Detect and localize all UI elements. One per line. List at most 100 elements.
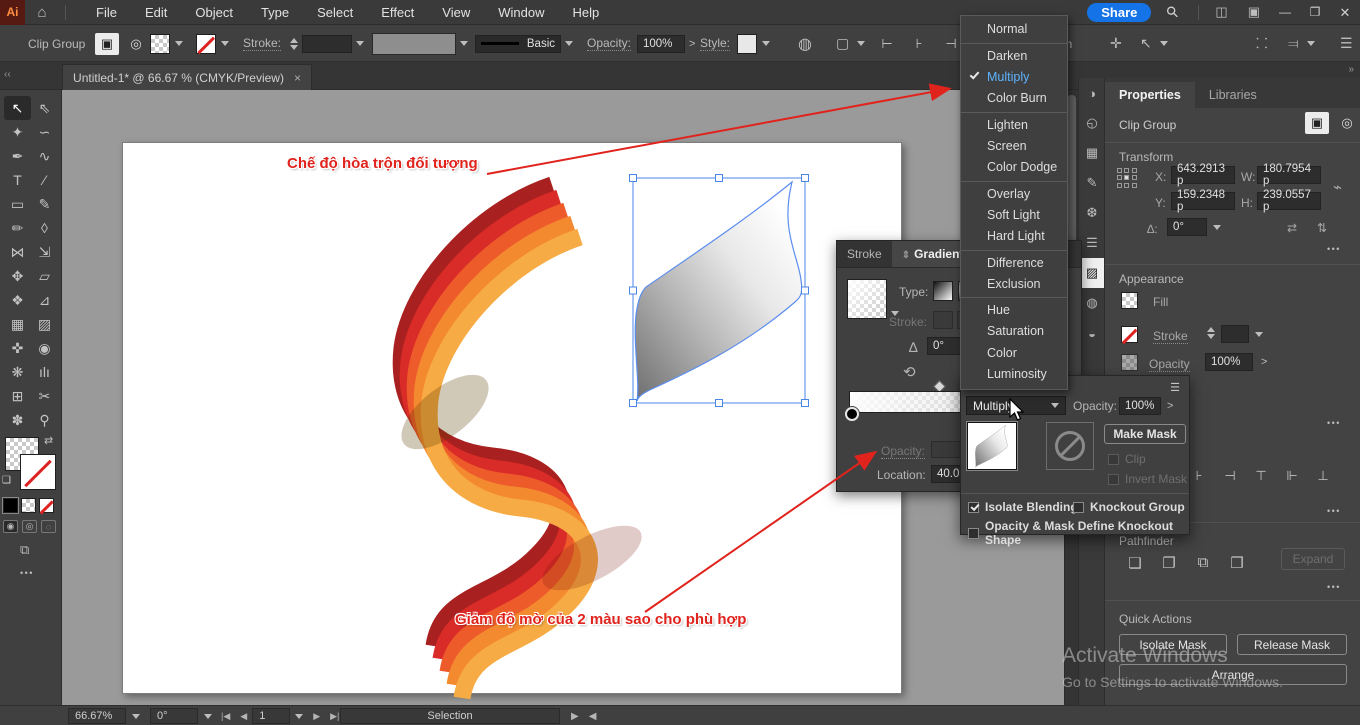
- type-tool[interactable]: T: [4, 168, 31, 192]
- link-dimensions-icon[interactable]: ⌁: [1333, 178, 1342, 196]
- align-more-icon[interactable]: •••: [1327, 506, 1341, 516]
- pathfinder-unite-icon[interactable]: ❏: [1123, 554, 1147, 572]
- symbols-panel-icon[interactable]: ❆: [1079, 198, 1105, 228]
- chevron-right-icon[interactable]: >: [1163, 397, 1177, 415]
- fill-label[interactable]: Fill: [1153, 295, 1168, 309]
- preferences-icon[interactable]: ▢: [836, 35, 849, 52]
- gradient-preview-swatch[interactable]: [847, 279, 887, 319]
- slice-tool[interactable]: ✂: [31, 384, 58, 408]
- puppet-warp-tool[interactable]: ✥: [4, 264, 31, 288]
- pathfinder-exclude-icon[interactable]: ❒: [1225, 554, 1249, 572]
- next-artboard-icon[interactable]: ▶: [308, 711, 325, 722]
- gradient-stop-black[interactable]: [845, 407, 859, 421]
- opacity-swatch[interactable]: [1121, 354, 1138, 371]
- isolate-blending-checkbox[interactable]: Isolate Blending: [968, 500, 1078, 514]
- perspective-grid-tool[interactable]: ⊿: [31, 288, 58, 312]
- blend-option-darken[interactable]: Darken: [961, 43, 1067, 67]
- bounding-box-icon[interactable]: ▣: [95, 33, 119, 55]
- chevron-down-icon[interactable]: [565, 41, 573, 46]
- blend-tool[interactable]: ◉: [31, 336, 58, 360]
- knockout-group-checkbox[interactable]: Knockout Group: [1073, 500, 1185, 514]
- align-bottom-icon[interactable]: ⊥: [1312, 468, 1334, 484]
- chevron-down-icon[interactable]: [175, 41, 183, 46]
- options-menu-icon[interactable]: ☰: [1340, 35, 1353, 52]
- align-v-center-icon[interactable]: ⊩: [1281, 468, 1303, 484]
- blend-option-color-dodge[interactable]: Color Dodge: [961, 157, 1067, 179]
- pathfinder-more-icon[interactable]: •••: [1327, 582, 1341, 592]
- rotate-angle-field[interactable]: 0°: [1167, 218, 1207, 236]
- blend-option-overlay[interactable]: Overlay: [961, 181, 1067, 205]
- arrange-button[interactable]: Arrange: [1119, 664, 1347, 685]
- home-icon[interactable]: ⌂: [25, 4, 59, 21]
- stroke-profile-field[interactable]: [372, 33, 456, 55]
- scroll-tabs-left-icon[interactable]: ‹‹: [4, 69, 11, 80]
- transform-more-icon[interactable]: •••: [1327, 244, 1341, 254]
- tab-libraries[interactable]: Libraries: [1195, 82, 1271, 108]
- chevron-down-icon[interactable]: [204, 714, 212, 719]
- prev-artboard-icon[interactable]: ◀: [235, 711, 252, 722]
- color-button[interactable]: [3, 498, 18, 513]
- stroke-label[interactable]: Stroke:: [243, 36, 281, 51]
- stroke-label[interactable]: Stroke: [1153, 329, 1188, 344]
- draw-normal-icon[interactable]: ◉: [3, 520, 18, 533]
- distribute-icon[interactable]: ⫤: [1288, 35, 1299, 52]
- align-h-center-icon[interactable]: ⊦: [1188, 468, 1210, 484]
- mesh-tool[interactable]: ▦: [4, 312, 31, 336]
- object-thumbnail[interactable]: [967, 422, 1017, 470]
- chevron-right-icon[interactable]: >: [685, 38, 699, 50]
- menu-item[interactable]: Window: [484, 0, 558, 25]
- blend-option-soft-light[interactable]: Soft Light: [961, 205, 1067, 227]
- blend-option-screen[interactable]: Screen: [961, 136, 1067, 158]
- align-right-icon[interactable]: ⊣: [940, 36, 962, 52]
- linear-gradient-icon[interactable]: [933, 281, 953, 301]
- blend-option-saturation[interactable]: Saturation: [961, 321, 1067, 343]
- free-transform-tool[interactable]: ▱: [31, 264, 58, 288]
- pathfinder-minus-front-icon[interactable]: ❐: [1157, 554, 1181, 572]
- menu-item[interactable]: Effect: [367, 0, 428, 25]
- reference-point-grid[interactable]: [1117, 168, 1139, 190]
- draw-behind-icon[interactable]: ◎: [22, 520, 37, 533]
- chevron-down-icon[interactable]: [132, 714, 140, 719]
- flip-vertical-icon[interactable]: ⇅: [1317, 221, 1327, 235]
- shape-builder-tool[interactable]: ❖: [4, 288, 31, 312]
- brushes-panel-icon[interactable]: ✎: [1079, 168, 1105, 198]
- isolate-selected-icon[interactable]: ↖: [1140, 35, 1152, 52]
- first-artboard-icon[interactable]: |◀: [216, 711, 235, 722]
- default-fill-stroke-icon[interactable]: ❏: [2, 475, 11, 486]
- menu-item[interactable]: File: [82, 0, 131, 25]
- stroke-weight-field[interactable]: [1221, 325, 1249, 343]
- selection-tool[interactable]: ↖: [4, 96, 31, 120]
- style-swatch[interactable]: [737, 34, 757, 54]
- stroke-swatch[interactable]: [196, 34, 216, 54]
- appearance-more-icon[interactable]: •••: [1327, 418, 1341, 428]
- target-icon[interactable]: ◎: [1335, 112, 1359, 134]
- artboard-number-field[interactable]: 1: [252, 708, 290, 724]
- curvature-tool[interactable]: ∿: [31, 144, 58, 168]
- panel-menu-icon[interactable]: ☰: [1170, 381, 1181, 394]
- artboard-tool[interactable]: ⊞: [4, 384, 31, 408]
- stroke-weight-stepper[interactable]: [290, 38, 298, 50]
- opacity-field[interactable]: 100%: [1205, 353, 1253, 371]
- blend-mode-dropdown[interactable]: Multiply: [966, 396, 1066, 415]
- gradient-panel-icon[interactable]: ▨: [1079, 258, 1105, 288]
- menu-item[interactable]: Type: [247, 0, 303, 25]
- direct-selection-tool[interactable]: ⇖: [31, 96, 58, 120]
- release-mask-button[interactable]: Release Mask: [1237, 634, 1347, 655]
- minimize-button[interactable]: —: [1270, 0, 1300, 25]
- scale-tool[interactable]: ⇲: [31, 240, 58, 264]
- pathfinder-intersect-icon[interactable]: ⧉: [1191, 554, 1215, 572]
- clip-checkbox[interactable]: Clip: [1108, 452, 1146, 466]
- blend-option-color[interactable]: Color: [961, 343, 1067, 365]
- paintbrush-tool[interactable]: ✎: [31, 192, 58, 216]
- rectangle-tool[interactable]: ▭: [4, 192, 31, 216]
- fill-swatch[interactable]: [1121, 292, 1138, 309]
- align-top-icon[interactable]: ⊤: [1250, 468, 1272, 484]
- knockout-shape-checkbox[interactable]: Opacity & Mask Define Knockout Shape: [968, 519, 1189, 547]
- blend-option-hue[interactable]: Hue: [961, 297, 1067, 321]
- gradient-button[interactable]: [21, 498, 36, 513]
- document-tab[interactable]: Untitled-1* @ 66.67 % (CMYK/Preview) ×: [62, 64, 312, 90]
- menu-item[interactable]: Select: [303, 0, 367, 25]
- eraser-tool[interactable]: ◊: [31, 216, 58, 240]
- invert-mask-checkbox[interactable]: Invert Mask: [1108, 472, 1187, 486]
- color-panel-icon[interactable]: ◑: [1079, 78, 1105, 108]
